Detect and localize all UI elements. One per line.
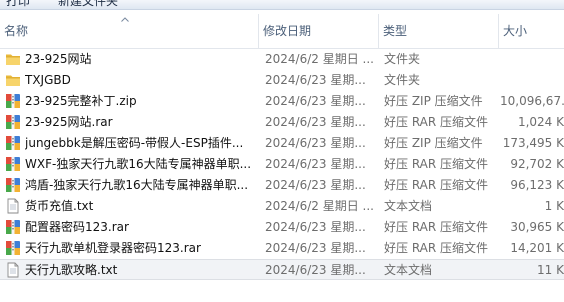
archive-icon (5, 93, 21, 109)
file-size: 1,024 K (517, 115, 564, 129)
folder-icon (5, 51, 21, 67)
archive-icon (5, 156, 21, 172)
file-size (500, 70, 564, 91)
file-size: 30,965 K (510, 220, 564, 234)
file-type: 好压 RAR 压缩文件 (384, 178, 489, 192)
folder-icon (5, 72, 21, 88)
file-date: 2024/6/23 星期... (265, 115, 366, 129)
file-row[interactable]: WXF-独家天行九歌16大陆专属神器单职... 2024/6/23 星期... 好压… (0, 154, 564, 175)
column-header-date[interactable]: 修改日期 (258, 14, 378, 48)
file-type: 文本文档 (384, 263, 433, 277)
column-header-row: 名称 修改日期 类型 大小 (0, 14, 564, 49)
file-type: 文件夹 (384, 52, 421, 66)
new-folder-button[interactable]: 新建文件夹 (58, 0, 118, 9)
archive-icon (5, 114, 21, 130)
file-size: 11 K (537, 263, 564, 277)
file-name: 货币充值.txt (25, 199, 94, 213)
text-file-icon (5, 198, 21, 214)
file-type: 好压 RAR 压缩文件 (384, 241, 489, 255)
file-type: 好压 ZIP 压缩文件 (384, 136, 483, 150)
archive-icon (5, 135, 21, 151)
column-header-name[interactable]: 名称 (0, 14, 258, 48)
archive-icon (5, 219, 21, 235)
file-name: WXF-独家天行九歌16大陆专属神器单职... (25, 157, 252, 171)
file-size: 96,123 K (510, 178, 564, 192)
file-date: 2024/6/23 星期... (265, 73, 366, 87)
file-date: 2024/6/23 星期... (265, 136, 366, 150)
file-row[interactable]: 天行九歌攻略.txt 2024/6/23 星期... 文本文档 11 K (0, 259, 564, 280)
file-date: 2024/6/23 星期... (265, 178, 366, 192)
file-date: 2024/6/23 星期... (265, 157, 366, 171)
print-button[interactable]: 打印 (6, 0, 30, 9)
file-type: 文本文档 (384, 199, 433, 213)
file-size: 10,096,67... (500, 94, 564, 108)
file-size: 1 K (544, 199, 564, 213)
file-type: 好压 RAR 压缩文件 (384, 220, 489, 234)
file-size: 14,201 K (510, 241, 564, 255)
file-size (500, 49, 564, 70)
file-date: 2024/6/23 星期... (265, 241, 366, 255)
file-row[interactable]: 货币充值.txt 2024/6/2 星期日 ... 文本文档 1 K (0, 196, 564, 217)
file-row[interactable]: 天行九歌单机登录器密码123.rar 2024/6/23 星期... 好压 RAR … (0, 238, 564, 259)
file-name: TXJGBD (25, 73, 71, 87)
column-header-size[interactable]: 大小 (498, 14, 564, 48)
file-type: 好压 ZIP 压缩文件 (384, 94, 483, 108)
file-size: 92,702 K (510, 157, 564, 171)
file-row[interactable]: 23-925完整补丁.zip 2024/6/23 星期... 好压 ZIP 压缩文件… (0, 91, 564, 112)
column-header-type[interactable]: 类型 (378, 14, 498, 48)
file-row[interactable]: 23-925网站.rar 2024/6/23 星期... 好压 RAR 压缩文件 1,… (0, 112, 564, 133)
command-bar: 打印 新建文件夹 (0, 0, 564, 10)
file-row[interactable]: 23-925网站 2024/6/2 星期日 ... 文件夹 (0, 49, 564, 70)
file-type: 好压 RAR 压缩文件 (384, 115, 489, 129)
file-row[interactable]: 配置器密码123.rar 2024/6/23 星期... 好压 RAR 压缩文件 30… (0, 217, 564, 238)
file-row[interactable]: jungebbk是解压密码-带假人-ESP插件... 2024/6/23 星期..… (0, 133, 564, 154)
file-date: 2024/6/23 星期... (265, 220, 366, 234)
file-type: 好压 RAR 压缩文件 (384, 157, 489, 171)
file-date: 2024/6/2 星期日 ... (265, 199, 374, 213)
archive-icon (5, 240, 21, 256)
file-date: 2024/6/2 星期日 ... (265, 52, 374, 66)
file-name: 鸿盾-独家天行九歌16大陆专属神器单职... (25, 178, 249, 192)
file-name: 配置器密码123.rar (25, 220, 129, 234)
file-name: 23-925网站 (25, 52, 92, 66)
file-date: 2024/6/23 星期... (265, 263, 366, 277)
file-name: 23-925完整补丁.zip (25, 94, 137, 108)
file-type: 文件夹 (384, 73, 421, 87)
archive-icon (5, 177, 21, 193)
text-file-icon (5, 262, 21, 278)
file-name: 天行九歌攻略.txt (25, 263, 118, 277)
file-date: 2024/6/23 星期... (265, 94, 366, 108)
file-name: jungebbk是解压密码-带假人-ESP插件... (25, 136, 244, 150)
file-name: 天行九歌单机登录器密码123.rar (25, 241, 201, 255)
file-name: 23-925网站.rar (25, 115, 113, 129)
file-row[interactable]: 鸿盾-独家天行九歌16大陆专属神器单职... 2024/6/23 星期... 好压 … (0, 175, 564, 196)
file-row[interactable]: TXJGBD 2024/6/23 星期... 文件夹 (0, 70, 564, 91)
file-size: 173,495 K (502, 136, 564, 150)
